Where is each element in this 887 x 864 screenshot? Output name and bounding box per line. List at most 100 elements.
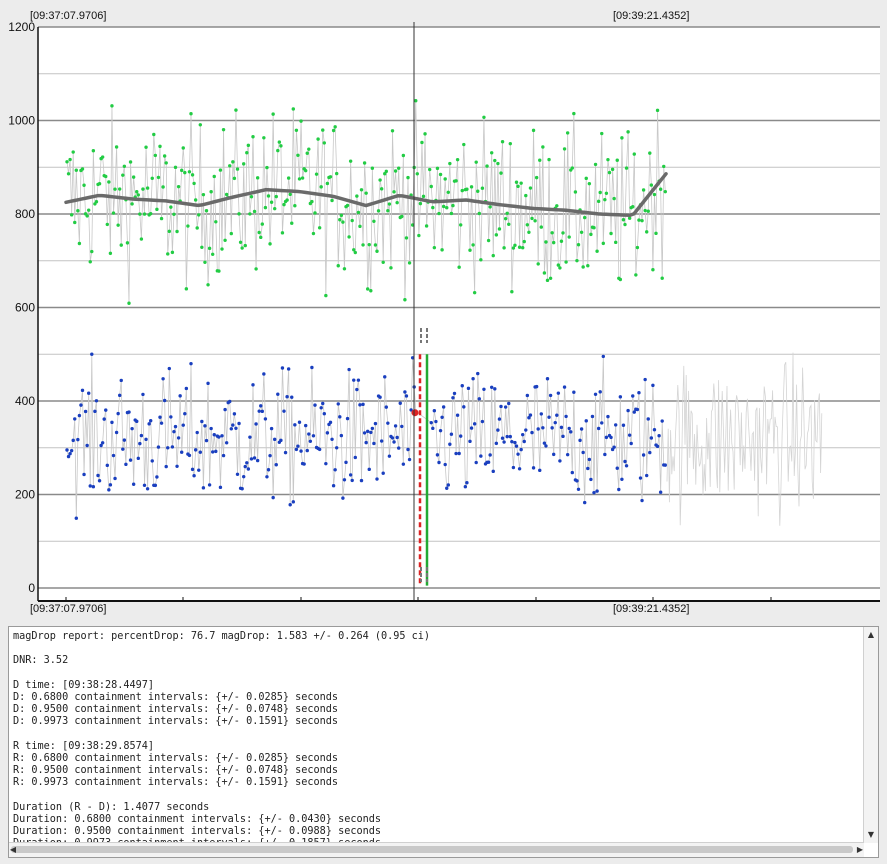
upper-data-point xyxy=(637,218,641,222)
upper-data-point xyxy=(607,170,612,175)
upper-data-point xyxy=(477,211,481,216)
upper-data-point xyxy=(348,159,353,163)
lower-data-point xyxy=(395,435,399,440)
lower-data-point xyxy=(350,478,354,483)
upper-data-point xyxy=(593,162,598,167)
lower-data-point xyxy=(80,388,85,393)
horizontal-scroll-thumb[interactable] xyxy=(11,846,853,853)
lower-data-point xyxy=(331,484,336,488)
upper-data-point xyxy=(228,164,232,168)
report-panel[interactable]: magDrop report: percentDrop: 76.7 magDro… xyxy=(8,626,879,858)
upper-data-point xyxy=(190,173,195,177)
upper-data-point xyxy=(631,205,635,209)
lower-data-point xyxy=(561,434,565,439)
light-curve-plot[interactable]: 0 200 400 600 800 1000 1200 [09:37:07.9706] [0… xyxy=(0,0,887,620)
lower-data-point xyxy=(228,399,232,404)
horizontal-scrollbar[interactable]: ◀ ▶ xyxy=(9,842,864,857)
lower-data-point xyxy=(657,434,661,438)
scroll-right-icon[interactable]: ▶ xyxy=(854,844,866,856)
lower-data-point xyxy=(189,361,193,366)
lower-data-point xyxy=(217,435,221,439)
plot-canvas[interactable]: 0 200 400 600 800 1000 1200 [09:37:07.9706] [0… xyxy=(0,0,887,620)
lower-data-point xyxy=(299,449,303,453)
upper-data-point xyxy=(336,264,340,268)
lower-data-point xyxy=(324,461,328,466)
lower-data-point xyxy=(615,466,619,470)
upper-data-point xyxy=(257,230,261,235)
scroll-up-icon[interactable]: ▲ xyxy=(865,629,877,641)
upper-data-point xyxy=(180,168,184,173)
lower-data-point xyxy=(158,415,162,419)
lower-data-point xyxy=(404,394,409,398)
upper-data-point xyxy=(162,154,167,158)
lower-data-point xyxy=(105,463,110,468)
lower-data-point xyxy=(468,439,472,444)
upper-data-point xyxy=(437,211,441,216)
lower-data-point xyxy=(254,422,258,426)
lower-data-point xyxy=(366,429,370,434)
upper-data-point xyxy=(446,190,450,194)
upper-data-point xyxy=(108,251,113,256)
lower-data-point xyxy=(589,477,593,482)
report-line: Duration (R - D): 1.4077 seconds xyxy=(13,801,210,813)
lower-data-point xyxy=(193,448,198,452)
upper-data-point xyxy=(314,172,319,176)
y-tick-label: 200 xyxy=(15,488,35,502)
upper-data-point xyxy=(204,209,209,213)
lower-data-point xyxy=(172,429,176,434)
lower-data-point xyxy=(310,365,314,370)
upper-data-point xyxy=(155,207,159,212)
upper-data-point xyxy=(443,177,447,181)
upper-data-point xyxy=(565,131,570,135)
report-text-area[interactable]: magDrop report: percentDrop: 76.7 magDro… xyxy=(13,631,859,853)
lower-data-point xyxy=(651,383,655,388)
upper-data-point xyxy=(181,146,185,150)
upper-data-point xyxy=(203,260,207,265)
upper-data-point xyxy=(462,142,466,147)
lower-data-point xyxy=(381,471,385,475)
upper-data-point xyxy=(229,231,233,236)
vertical-scrollbar[interactable]: ▲ ▼ xyxy=(863,627,878,843)
lower-data-point xyxy=(623,459,627,464)
lower-data-point xyxy=(187,453,192,458)
lower-data-point xyxy=(285,395,289,399)
lower-data-point xyxy=(564,414,568,419)
upper-data-point xyxy=(186,224,190,228)
upper-data-point xyxy=(296,153,300,157)
lower-data-point xyxy=(631,394,635,398)
lower-data-point xyxy=(562,385,567,389)
upper-data-point xyxy=(606,157,610,162)
upper-data-point xyxy=(370,166,375,170)
upper-data-point xyxy=(249,194,254,199)
upper-data-point xyxy=(342,267,347,271)
lower-data-point xyxy=(530,430,534,435)
lower-data-point xyxy=(375,477,379,481)
upper-data-point xyxy=(423,132,427,136)
upper-data-point xyxy=(581,265,585,269)
upper-data-point xyxy=(246,143,251,148)
scroll-left-icon[interactable]: ◀ xyxy=(9,844,19,856)
upper-data-point xyxy=(262,136,266,140)
upper-data-point xyxy=(407,261,412,265)
upper-data-point xyxy=(122,164,127,169)
upper-data-point xyxy=(277,140,282,144)
lower-data-point xyxy=(531,466,536,470)
lower-data-point xyxy=(553,420,557,425)
lower-data-point xyxy=(87,391,91,395)
upper-data-point xyxy=(663,189,667,194)
lower-data-point xyxy=(536,427,540,431)
upper-data-point xyxy=(234,108,238,112)
upper-data-point xyxy=(100,155,105,159)
upper-data-point xyxy=(73,220,77,225)
lower-data-point xyxy=(521,432,525,437)
scroll-down-icon[interactable]: ▼ xyxy=(865,829,877,841)
lower-data-point xyxy=(197,468,201,472)
upper-data-point xyxy=(472,290,477,295)
upper-data-point xyxy=(285,198,289,202)
lower-data-point xyxy=(262,372,266,376)
lower-data-point xyxy=(76,437,80,442)
lower-data-point xyxy=(341,496,345,500)
upper-data-point xyxy=(68,157,72,162)
y-tick-label: 0 xyxy=(28,581,35,595)
lower-data-point xyxy=(565,452,570,457)
